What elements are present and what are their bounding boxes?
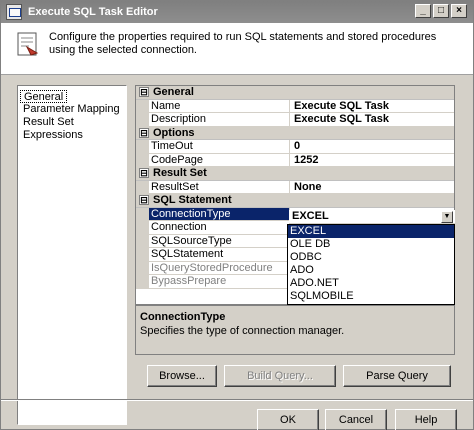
collapse-icon[interactable]: ⊟ <box>139 168 149 178</box>
help-button[interactable]: Help <box>395 409 457 430</box>
category-label: Options <box>153 126 195 139</box>
dropdown-arrow-icon[interactable]: ▼ <box>441 211 453 223</box>
property-name: TimeOut <box>149 140 290 153</box>
nav-item-general[interactable]: General <box>20 90 124 103</box>
property-value[interactable]: 1252 <box>290 154 454 167</box>
category-label: Result Set <box>153 167 207 179</box>
combo-value: EXCEL <box>292 210 329 222</box>
row-gutter <box>136 261 149 274</box>
description-title: ConnectionType <box>140 311 226 323</box>
cancel-button[interactable]: Cancel <box>325 409 387 430</box>
browse-button[interactable]: Browse... <box>147 365 217 387</box>
connection-type-dropdown-list: EXCEL OLE DB ODBC ADO ADO.NET SQLMOBILE <box>287 224 455 305</box>
category-label: SQL Statement <box>153 194 232 206</box>
minimize-button[interactable]: _ <box>415 4 431 18</box>
collapse-icon[interactable]: ⊟ <box>139 87 149 97</box>
collapse-icon[interactable]: ⊟ <box>139 195 149 205</box>
title-bar[interactable]: Execute SQL Task Editor _ □ × <box>1 1 473 23</box>
header-band: Configure the properties required to run… <box>1 23 473 75</box>
nav-item-parameter-mapping[interactable]: Parameter Mapping <box>20 103 124 116</box>
window-controls: _ □ × <box>415 4 467 18</box>
property-name: Connection <box>149 221 290 234</box>
property-value[interactable]: Execute SQL Task <box>290 100 454 113</box>
task-editor-icon <box>17 32 39 56</box>
category-general[interactable]: ⊟ General <box>136 86 454 100</box>
property-name: SQLSourceType <box>149 234 290 247</box>
property-name: ResultSet <box>149 180 290 193</box>
dropdown-option-sqlmobile[interactable]: SQLMOBILE <box>288 290 454 303</box>
category-result-set[interactable]: ⊟ Result Set <box>136 167 454 181</box>
app-icon <box>6 4 22 20</box>
row-gutter <box>136 180 149 193</box>
row-gutter <box>136 248 149 261</box>
row-gutter <box>136 275 149 288</box>
dropdown-option-excel[interactable]: EXCEL <box>288 225 454 238</box>
page-navigation: General Parameter Mapping Result Set Exp… <box>17 85 127 425</box>
property-name: SQLStatement <box>149 248 290 261</box>
property-description-panel: ConnectionType Specifies the type of con… <box>135 305 455 355</box>
category-label: General <box>153 86 194 98</box>
row-gutter <box>136 99 149 112</box>
property-name: Name <box>149 99 290 112</box>
header-description: Configure the properties required to run… <box>49 31 437 56</box>
nav-item-result-set[interactable]: Result Set <box>20 116 124 129</box>
dropdown-option-ado-net[interactable]: ADO.NET <box>288 277 454 290</box>
property-row-name[interactable]: Name Execute SQL Task <box>136 99 454 113</box>
category-sql-statement[interactable]: ⊟ SQL Statement <box>136 194 454 208</box>
row-gutter <box>136 153 149 166</box>
row-gutter <box>136 140 149 153</box>
maximize-button[interactable]: □ <box>433 4 449 18</box>
row-gutter <box>136 234 149 247</box>
property-value[interactable]: Execute SQL Task <box>290 113 454 126</box>
category-options[interactable]: ⊟ Options <box>136 126 454 140</box>
property-row-resultset[interactable]: ResultSet None <box>136 180 454 194</box>
row-gutter <box>136 207 149 220</box>
property-value[interactable]: None <box>290 181 454 194</box>
connection-type-combo[interactable]: EXCEL ▼ <box>289 210 455 224</box>
property-row-codepage[interactable]: CodePage 1252 <box>136 153 454 167</box>
property-name: ConnectionType <box>149 207 290 220</box>
property-name: BypassPrepare <box>149 275 290 288</box>
property-name: CodePage <box>149 153 290 166</box>
close-button[interactable]: × <box>451 4 467 18</box>
row-gutter <box>136 221 149 234</box>
row-gutter <box>136 113 149 126</box>
nav-item-label: General <box>20 90 68 103</box>
property-row-timeout[interactable]: TimeOut 0 <box>136 140 454 154</box>
parse-query-button[interactable]: Parse Query <box>343 365 451 387</box>
dropdown-option-odbc[interactable]: ODBC <box>288 251 454 264</box>
property-name: IsQueryStoredProcedure <box>149 261 290 274</box>
description-text: Specifies the type of connection manager… <box>140 325 345 337</box>
build-query-button: Build Query... <box>224 365 336 387</box>
nav-item-expressions[interactable]: Expressions <box>20 129 124 142</box>
window-title: Execute SQL Task Editor <box>28 6 158 18</box>
property-name: Description <box>149 113 290 126</box>
ok-button[interactable]: OK <box>257 409 319 430</box>
property-row-description[interactable]: Description Execute SQL Task <box>136 113 454 127</box>
dropdown-option-ado[interactable]: ADO <box>288 264 454 277</box>
dialog-window: Execute SQL Task Editor _ □ × Configure … <box>0 0 474 430</box>
dropdown-option-ole-db[interactable]: OLE DB <box>288 238 454 251</box>
collapse-icon[interactable]: ⊟ <box>139 127 149 138</box>
footer-separator <box>1 399 473 401</box>
property-value[interactable]: 0 <box>290 140 454 153</box>
